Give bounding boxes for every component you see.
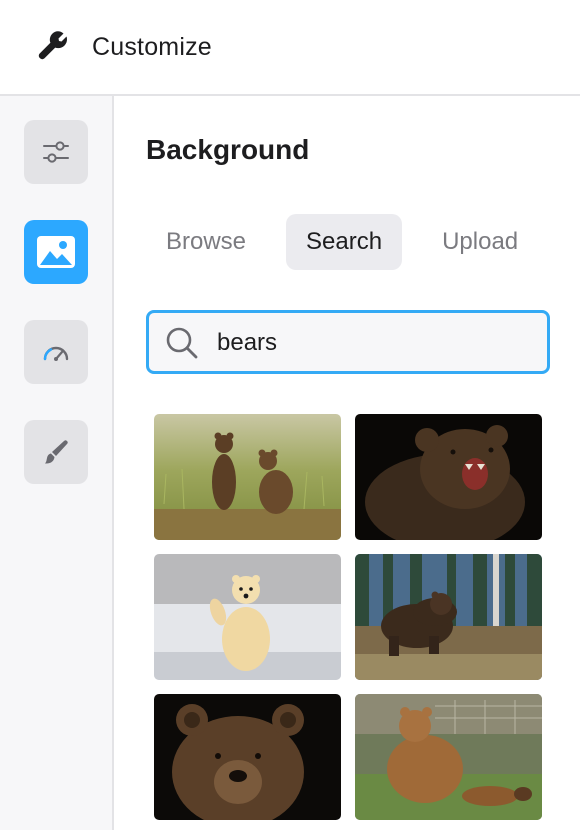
sidebar-item-background[interactable] — [24, 220, 88, 284]
sidebar-item-adjustments[interactable] — [24, 120, 88, 184]
tab-upload[interactable]: Upload — [430, 214, 530, 270]
header-title: Customize — [92, 33, 212, 61]
tab-search[interactable]: Search — [286, 214, 403, 270]
brush-icon — [45, 440, 68, 464]
main-panel: Background Browse Search Upload — [114, 96, 580, 830]
result-thumbnail[interactable] — [355, 554, 542, 680]
walking-bear-image — [355, 554, 542, 680]
sliders-icon — [43, 141, 69, 163]
search-box[interactable] — [146, 310, 550, 374]
result-thumbnail[interactable] — [154, 554, 341, 680]
gauge-icon — [43, 346, 69, 361]
sidebar-item-theme[interactable] — [24, 420, 88, 484]
result-thumbnail[interactable] — [355, 414, 542, 540]
image-icon — [37, 236, 75, 268]
tab-bar: Browse Search Upload — [154, 214, 558, 270]
result-thumbnail[interactable] — [355, 694, 542, 820]
polar-bear-image — [154, 554, 341, 680]
bear-cubs-image — [154, 414, 341, 540]
header-bar: Customize — [0, 0, 580, 96]
roaring-bear-image — [355, 414, 542, 540]
search-icon — [166, 327, 198, 359]
bear-portrait-image — [154, 694, 341, 820]
search-input[interactable] — [217, 323, 537, 363]
wrench-icon — [38, 31, 68, 60]
sidebar-item-performance[interactable] — [24, 320, 88, 384]
tab-browse[interactable]: Browse — [154, 214, 258, 270]
section-title: Background — [146, 134, 310, 165]
sidebar — [0, 96, 114, 830]
result-thumbnail[interactable] — [154, 414, 341, 540]
sitting-bear-image — [355, 694, 542, 820]
result-thumbnail[interactable] — [154, 694, 341, 820]
